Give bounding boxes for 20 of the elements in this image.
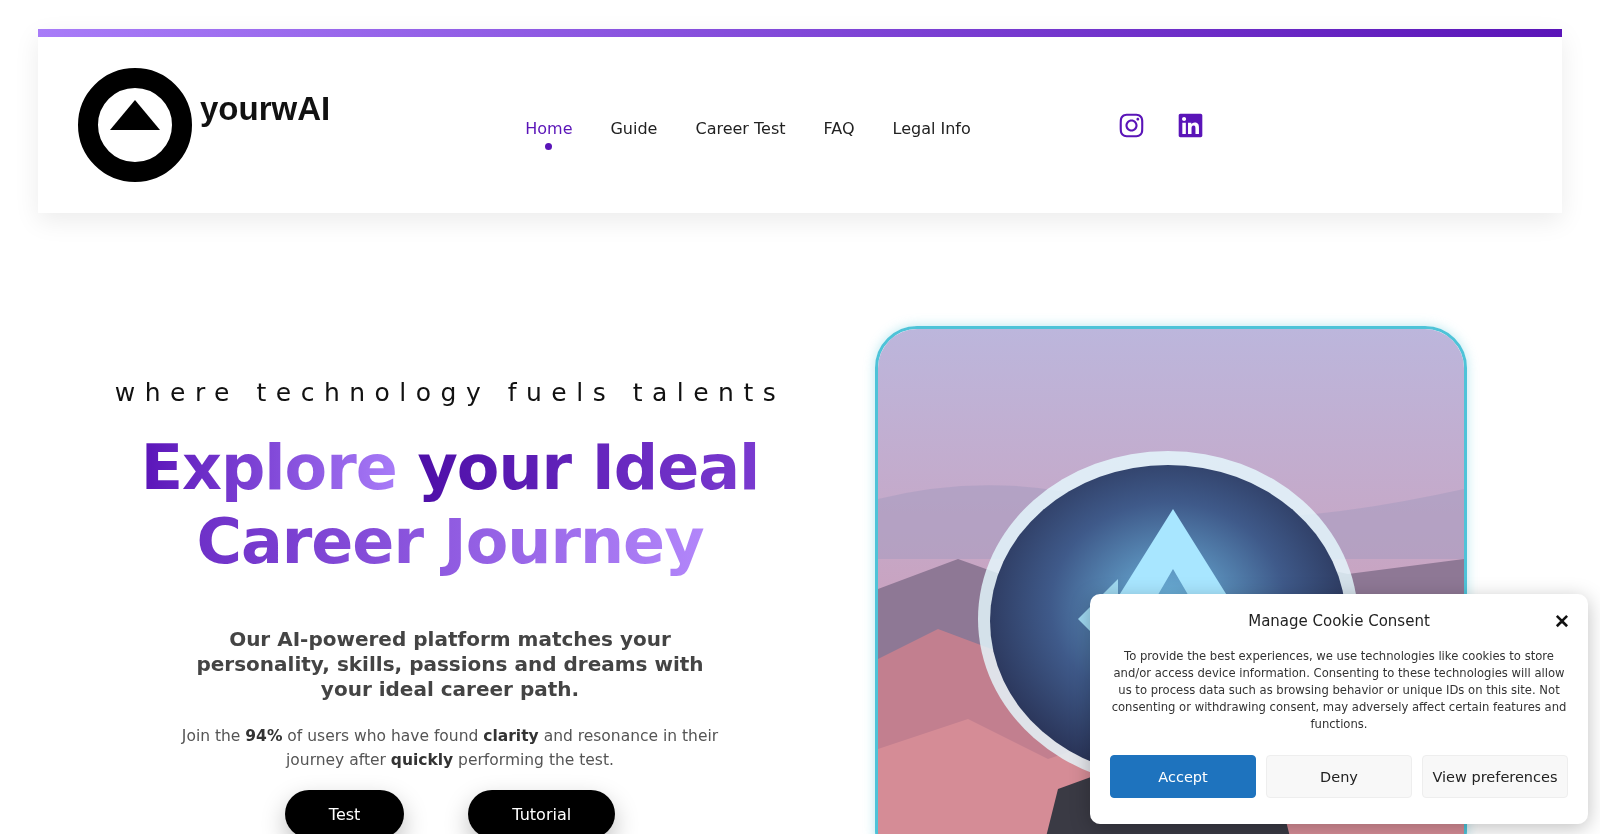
cta-button[interactable]: Tutorial <box>468 790 616 834</box>
tagline: where technology fuels talents <box>114 378 786 407</box>
nav-link[interactable]: Legal Info <box>892 112 971 152</box>
consent-button[interactable]: Deny <box>1266 755 1412 798</box>
consent-button[interactable]: View preferences <box>1422 755 1568 798</box>
linkedin-icon[interactable] <box>1177 111 1204 139</box>
nav-link[interactable]: Home <box>525 112 573 152</box>
cta-button[interactable]: Test <box>284 790 405 834</box>
consent-button[interactable]: Accept <box>1110 755 1256 798</box>
close-button[interactable]: ✕ <box>1554 610 1570 633</box>
nav-link[interactable]: Career Test <box>695 112 786 152</box>
nav-link[interactable]: Guide <box>610 112 658 152</box>
description: Join the 94% of users who have found clarity and resonance in their journey after quickly performing the test. <box>180 726 720 771</box>
dialog-title: Manage Cookie Consent <box>1247 612 1431 630</box>
logo-text: yourwAI <box>200 90 331 128</box>
logo-icon <box>78 68 192 182</box>
nav-link[interactable]: FAQ <box>823 112 855 152</box>
subtitle: Our AI-powered platform matches your personality, skills, passions and dreams with your ideal career path. <box>195 627 705 702</box>
dialog-text: To provide the best experiences, we use technologies like cookies to store and/or access device information. Consenting to these technologies will allow us to process data such as browsing behavior or unique IDs on this site. Not consenting or withdrawing consent, may adversely affect certain features and functions. <box>1110 648 1568 733</box>
instagram-icon[interactable] <box>1118 111 1145 139</box>
